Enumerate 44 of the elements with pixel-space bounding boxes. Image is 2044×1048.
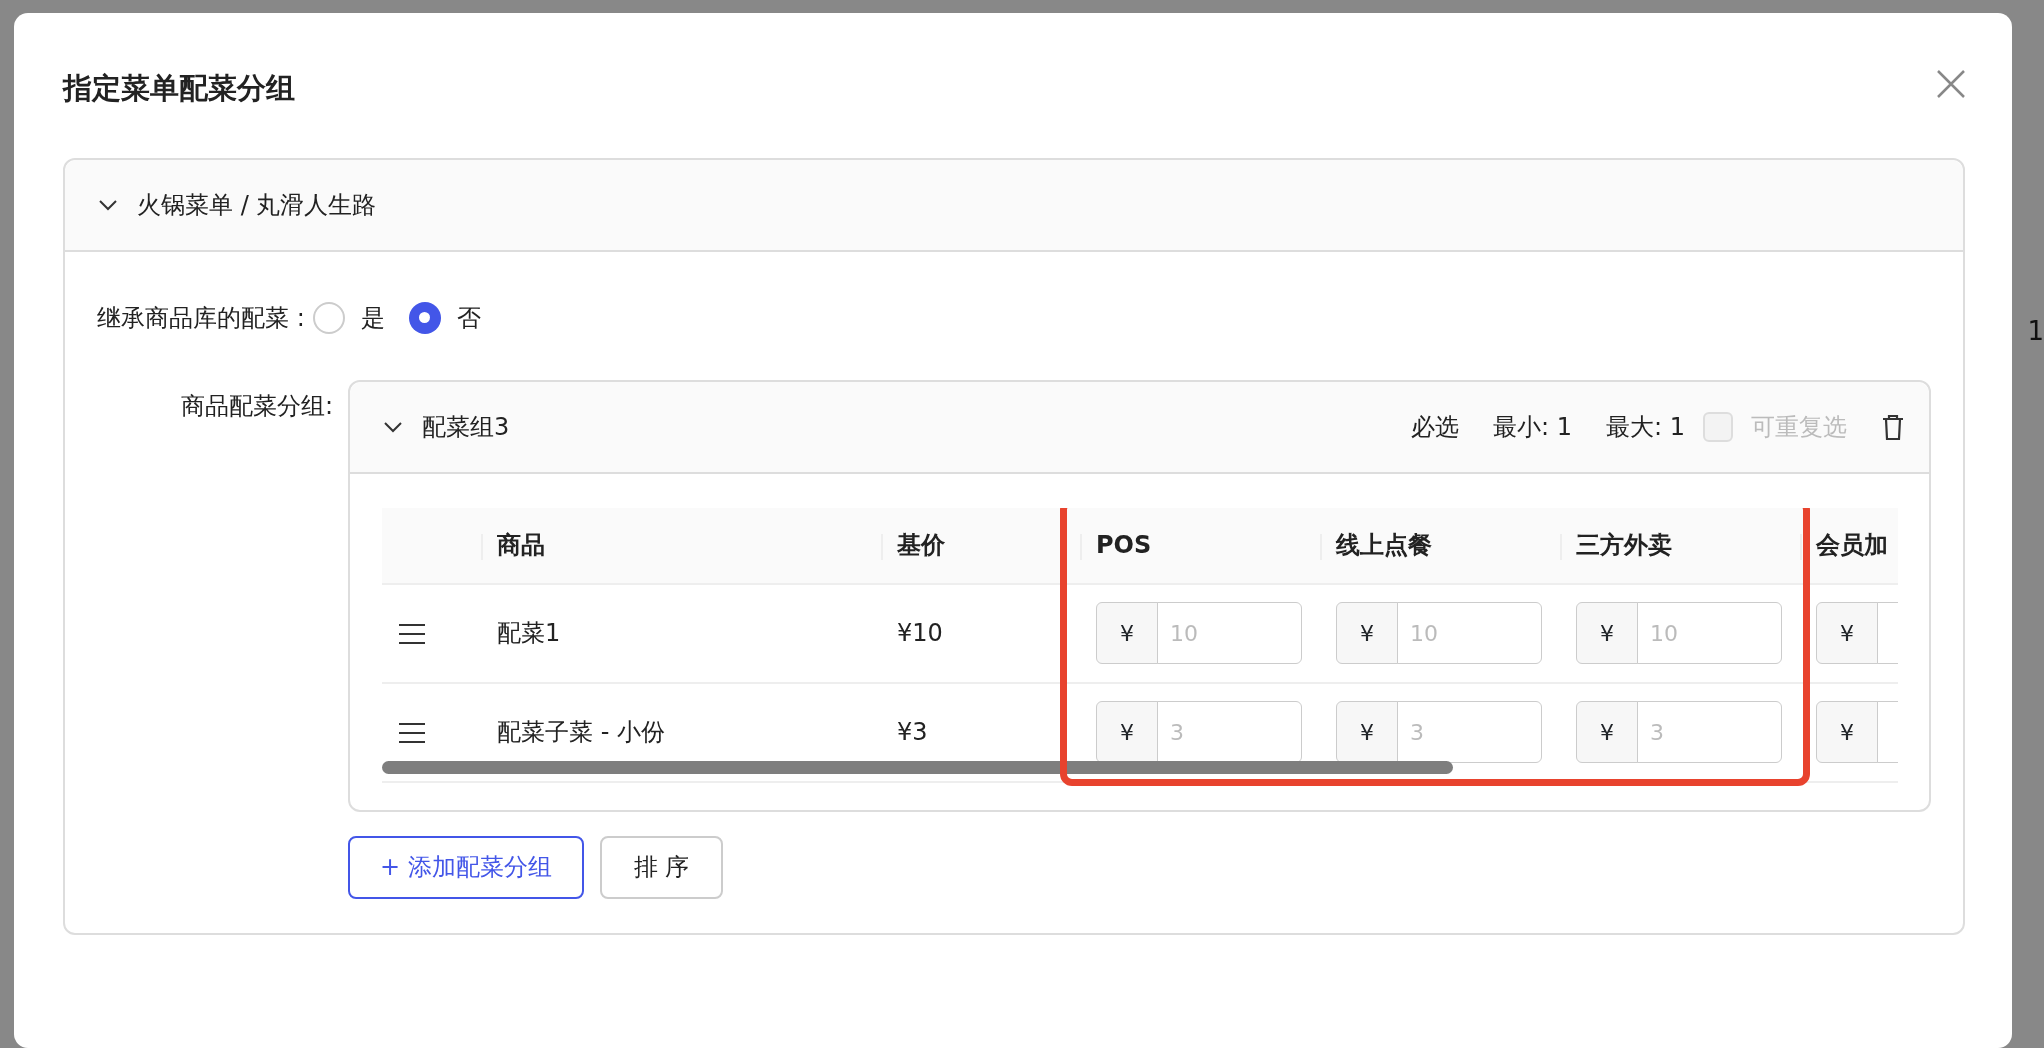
table-cell: ¥3 bbox=[897, 718, 928, 747]
column-header: 三方外卖 bbox=[1560, 507, 1800, 584]
currency-prefix: ¥ bbox=[1096, 602, 1158, 665]
scrollbar[interactable] bbox=[382, 760, 1453, 774]
column-header: POS bbox=[1080, 507, 1320, 584]
option-label: 否 bbox=[456, 302, 481, 334]
price-input[interactable]: 10 bbox=[1637, 602, 1782, 665]
currency-prefix: ¥ bbox=[1576, 602, 1638, 665]
column-header: 基价 bbox=[881, 507, 1080, 584]
panel-title: 火锅菜单 / 丸滑人生路 bbox=[137, 189, 377, 221]
option-label: 是 bbox=[360, 302, 385, 334]
currency-prefix: ¥ bbox=[1096, 701, 1158, 764]
table-cell: ¥10 bbox=[897, 619, 943, 648]
price-input[interactable]: 10 bbox=[1157, 602, 1302, 665]
trash-icon[interactable] bbox=[1881, 412, 1905, 441]
field-label: 商品配菜分组: bbox=[179, 390, 334, 422]
column-header: 会员加 bbox=[1800, 507, 1898, 584]
drag-handle-icon[interactable] bbox=[398, 623, 426, 646]
drag-handle-icon[interactable] bbox=[398, 722, 426, 745]
column-header: 商品 bbox=[481, 507, 881, 584]
radio-button[interactable] bbox=[312, 301, 345, 334]
background-text: 1 bbox=[2027, 315, 2044, 348]
currency-prefix: ¥ bbox=[1576, 701, 1638, 764]
price-input[interactable]: 3 bbox=[1157, 701, 1302, 764]
group-title: 配菜组3 bbox=[422, 411, 511, 443]
checkbox-label: 可重复选 bbox=[1751, 411, 1847, 443]
add-button[interactable]: + 添加配菜分组 bbox=[348, 835, 584, 899]
rule-text: 必选 bbox=[1411, 411, 1460, 443]
currency-prefix: ¥ bbox=[1336, 701, 1398, 764]
radio-button[interactable] bbox=[408, 301, 441, 334]
price-input[interactable]: 10 bbox=[1397, 602, 1542, 665]
table-cell: 配菜1 bbox=[497, 619, 561, 648]
field-label: 继承商品库的配菜 : bbox=[97, 302, 305, 334]
sort-button[interactable]: 排 序 bbox=[599, 835, 724, 899]
rule-text: 最大: 1 bbox=[1606, 411, 1685, 443]
price-input[interactable]: 3 bbox=[1637, 701, 1782, 764]
column-header: 线上点餐 bbox=[1320, 507, 1560, 584]
rule-text: 最小: 1 bbox=[1493, 411, 1572, 443]
currency-prefix: ¥ bbox=[1336, 602, 1398, 665]
currency-prefix: ¥ bbox=[1816, 701, 1878, 764]
dialog-title: 指定菜单配菜分组 bbox=[63, 70, 295, 106]
currency-prefix: ¥ bbox=[1816, 602, 1878, 665]
price-input[interactable]: 3 bbox=[1397, 701, 1542, 764]
table-cell: 配菜子菜 - 小份 bbox=[497, 718, 665, 747]
